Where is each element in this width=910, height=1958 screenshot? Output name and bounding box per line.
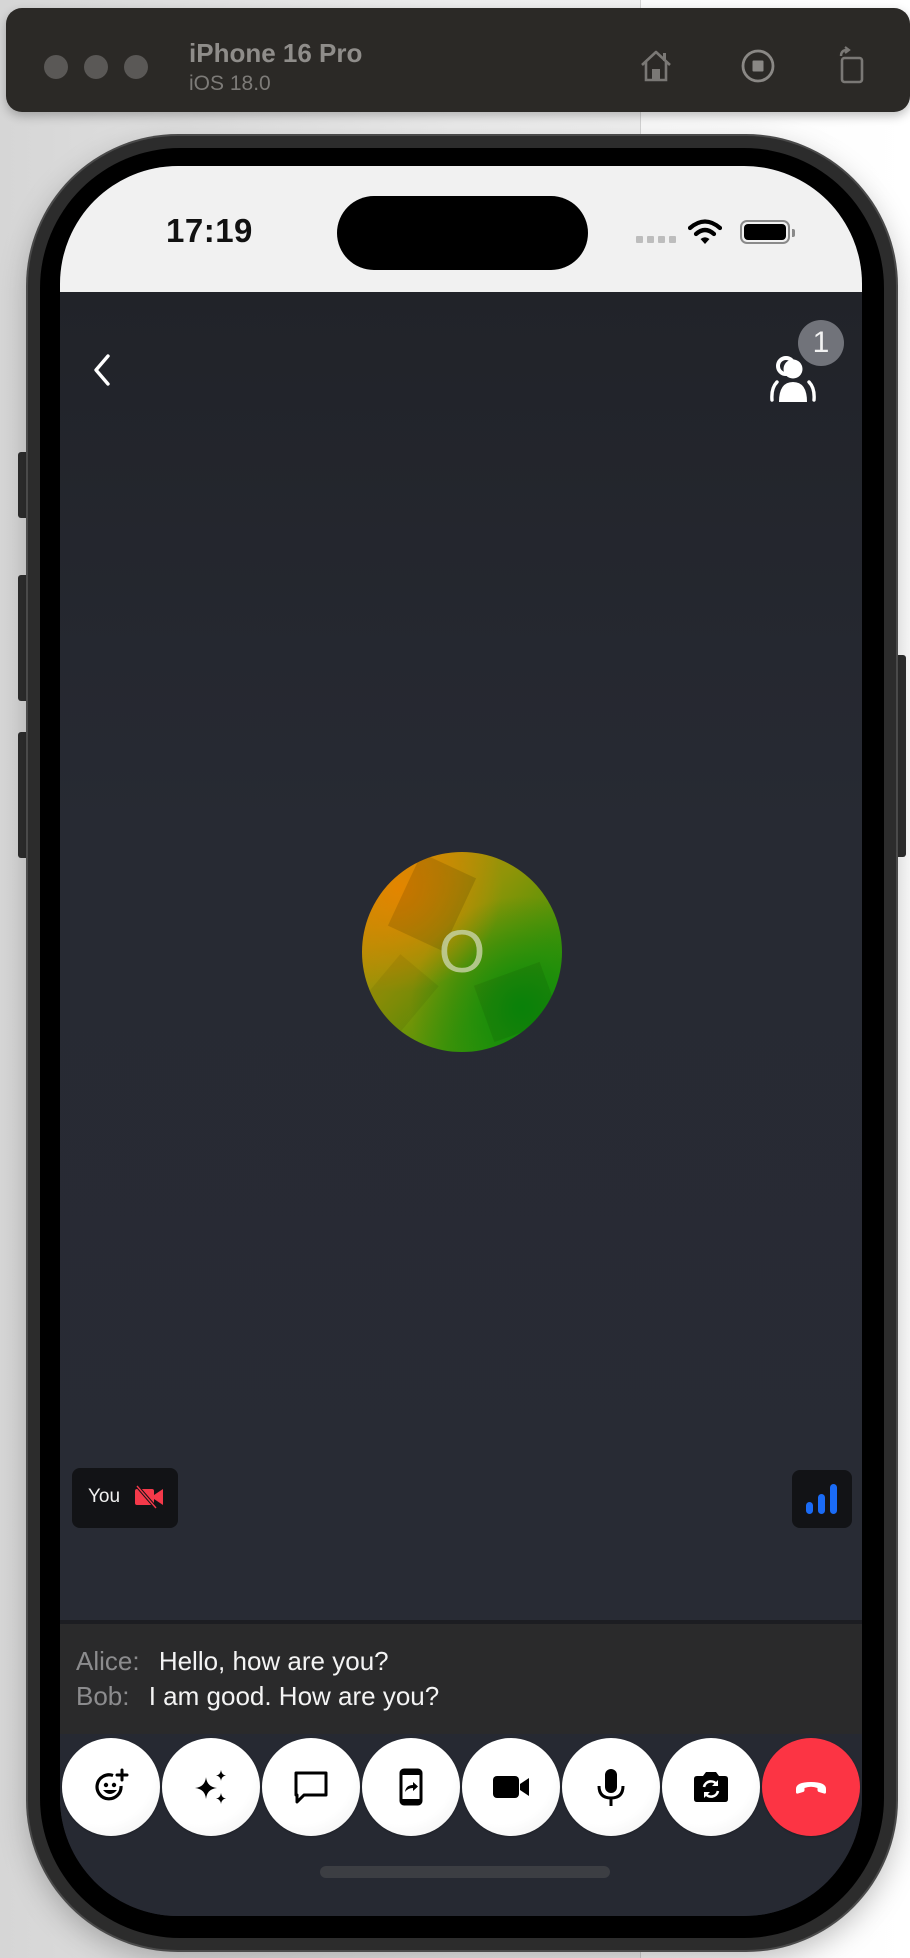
avatar-initial: O bbox=[438, 918, 486, 985]
simulator-toolbar: iPhone 16 Pro iOS 18.0 bbox=[6, 8, 910, 112]
screenshot-icon[interactable] bbox=[738, 46, 778, 86]
close-window-button[interactable] bbox=[44, 55, 68, 79]
signal-bars-icon bbox=[806, 1484, 837, 1514]
end-call-button[interactable] bbox=[762, 1738, 860, 1836]
battery-icon bbox=[740, 220, 795, 244]
volume-down-button[interactable] bbox=[18, 732, 28, 858]
sparkles-icon bbox=[195, 1770, 226, 1804]
volume-up-button[interactable] bbox=[18, 575, 28, 701]
caption-text: I am good. How are you? bbox=[148, 1681, 440, 1711]
rotate-icon[interactable] bbox=[832, 46, 872, 86]
power-button[interactable] bbox=[896, 655, 906, 857]
camera-toggle-button[interactable] bbox=[462, 1738, 560, 1836]
call-video-area: 1 O You bbox=[60, 292, 862, 1622]
caption-line: Alice: Hello, how are you? bbox=[76, 1646, 389, 1677]
phone-screen: 17:19 1 O You Alice: Hello, how are you?… bbox=[60, 166, 862, 1916]
chat-bubble-icon bbox=[294, 1771, 328, 1804]
hang-up-icon bbox=[796, 1782, 826, 1794]
caption-speaker: Bob: bbox=[76, 1681, 130, 1711]
self-view-tile[interactable]: You bbox=[72, 1468, 178, 1528]
caption-line: Bob: I am good. How are you? bbox=[76, 1681, 439, 1712]
cellular-signal-icon bbox=[636, 236, 676, 243]
device-name: iPhone 16 Pro bbox=[189, 38, 363, 68]
participants-icon bbox=[770, 356, 816, 402]
os-version: iOS 18.0 bbox=[189, 72, 271, 95]
effects-button[interactable] bbox=[162, 1738, 260, 1836]
microphone-toggle-button[interactable] bbox=[562, 1738, 660, 1836]
network-quality-indicator[interactable] bbox=[792, 1470, 852, 1528]
action-button[interactable] bbox=[18, 452, 28, 518]
screen-share-icon bbox=[399, 1768, 423, 1806]
self-view-label: You bbox=[88, 1486, 121, 1507]
live-captions-panel: Alice: Hello, how are you? Bob: I am goo… bbox=[60, 1624, 862, 1734]
video-off-icon bbox=[135, 1485, 163, 1509]
caption-text: Hello, how are you? bbox=[158, 1646, 389, 1676]
call-controls-bar bbox=[60, 1734, 862, 1916]
chevron-left-icon bbox=[94, 354, 110, 386]
wifi-icon bbox=[688, 219, 722, 244]
participant-count-badge: 1 bbox=[798, 320, 844, 366]
back-button[interactable] bbox=[86, 348, 122, 392]
video-camera-icon bbox=[493, 1776, 529, 1798]
flip-camera-button[interactable] bbox=[662, 1738, 760, 1836]
caption-speaker: Alice: bbox=[76, 1646, 140, 1676]
status-time: 17:19 bbox=[166, 212, 253, 249]
chat-button[interactable] bbox=[262, 1738, 360, 1836]
dynamic-island bbox=[337, 196, 588, 270]
emoji-add-icon bbox=[95, 1768, 129, 1801]
status-bar: 17:19 bbox=[60, 166, 862, 292]
participant-avatar: O bbox=[362, 852, 562, 1052]
minimize-window-button[interactable] bbox=[84, 55, 108, 79]
screen-share-button[interactable] bbox=[362, 1738, 460, 1836]
microphone-icon bbox=[597, 1769, 625, 1806]
home-indicator[interactable] bbox=[320, 1866, 610, 1878]
camera-switch-icon bbox=[694, 1772, 728, 1802]
home-icon[interactable] bbox=[636, 46, 676, 86]
reactions-button[interactable] bbox=[62, 1738, 160, 1836]
zoom-window-button[interactable] bbox=[124, 55, 148, 79]
